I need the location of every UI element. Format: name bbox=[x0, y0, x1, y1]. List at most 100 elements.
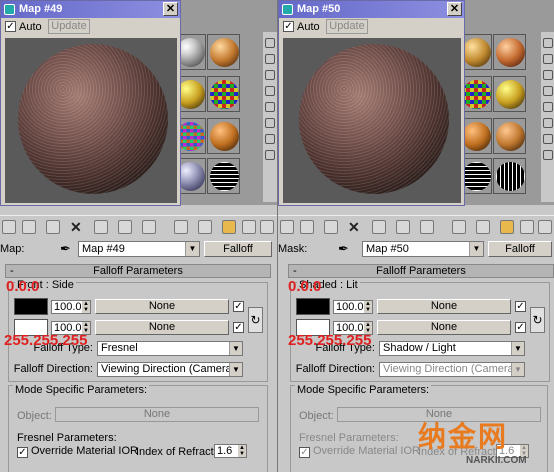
video-check-icon[interactable] bbox=[543, 102, 553, 112]
eyedropper-icon[interactable]: ✒ bbox=[60, 241, 71, 257]
eyedropper-icon[interactable]: ✒ bbox=[338, 241, 349, 257]
color-swatch-black[interactable] bbox=[296, 298, 330, 315]
select-by-material-icon[interactable] bbox=[265, 150, 275, 160]
map-slot-button-1[interactable]: None bbox=[95, 299, 229, 314]
falloff-type-select[interactable]: Fresnel ▼ bbox=[97, 341, 243, 356]
amount-spinner-1[interactable]: 100.0 ▲ ▼ bbox=[333, 300, 373, 314]
select-by-material-icon[interactable] bbox=[543, 150, 553, 160]
backlight-icon[interactable] bbox=[265, 54, 275, 64]
link-icon[interactable] bbox=[372, 220, 386, 234]
map-type-button[interactable]: Falloff bbox=[204, 241, 272, 257]
get-material-icon[interactable] bbox=[2, 220, 16, 234]
material-toolbar: ✕ bbox=[0, 215, 277, 239]
show-map-icon[interactable] bbox=[174, 220, 188, 234]
sample-slot[interactable] bbox=[207, 76, 240, 112]
copy-icon[interactable] bbox=[118, 220, 132, 234]
material-id-icon[interactable] bbox=[420, 220, 434, 234]
show-map-icon[interactable] bbox=[452, 220, 466, 234]
update-button[interactable]: Update bbox=[326, 19, 368, 34]
spinner-arrows-icon[interactable]: ▲ ▼ bbox=[82, 301, 90, 313]
swap-colors-icon[interactable]: ↻ bbox=[248, 307, 263, 333]
sample-slot[interactable] bbox=[207, 34, 240, 70]
chevron-down-icon[interactable]: ▼ bbox=[185, 242, 199, 256]
chevron-down-icon[interactable]: ▼ bbox=[469, 242, 483, 256]
map-name-select[interactable]: Map #49 ▼ bbox=[78, 241, 200, 257]
rollout-collapse-icon[interactable]: - bbox=[10, 265, 14, 277]
show-end-result-active-icon[interactable] bbox=[222, 220, 236, 234]
rollout-header[interactable]: - Falloff Parameters bbox=[5, 264, 271, 278]
falloff-direction-select[interactable]: Viewing Direction (Camera Z-Axis)▼ bbox=[379, 362, 525, 377]
options-icon[interactable] bbox=[543, 134, 553, 144]
map-toggle-checkbox-2[interactable]: ✓ bbox=[515, 322, 526, 333]
preview-canvas bbox=[5, 38, 177, 203]
override-ior-checkbox[interactable]: ✓ bbox=[299, 447, 310, 458]
map-slot-button-2[interactable]: None bbox=[95, 320, 229, 335]
close-button[interactable]: ✕ bbox=[447, 2, 462, 16]
mode-specific-title: Mode Specific Parameters: bbox=[13, 384, 150, 396]
chevron-down-icon[interactable]: ▼ bbox=[511, 342, 524, 355]
put-to-scene-icon[interactable] bbox=[22, 220, 36, 234]
show-end-result-active-icon[interactable] bbox=[500, 220, 514, 234]
uv-tiling-icon[interactable] bbox=[265, 86, 275, 96]
put-to-scene-icon[interactable] bbox=[300, 220, 314, 234]
sample-slot[interactable] bbox=[207, 158, 240, 194]
assign-material-icon[interactable] bbox=[46, 220, 60, 234]
make-preview-icon[interactable] bbox=[543, 118, 553, 128]
rollout-collapse-icon[interactable]: - bbox=[293, 265, 297, 277]
close-button[interactable]: ✕ bbox=[163, 2, 178, 16]
map-slot-button-2[interactable]: None bbox=[377, 320, 511, 335]
background-icon[interactable] bbox=[543, 70, 553, 80]
update-button[interactable]: Update bbox=[48, 19, 90, 34]
make-preview-icon[interactable] bbox=[265, 118, 275, 128]
chevron-down-icon[interactable]: ▼ bbox=[229, 342, 242, 355]
sample-type-icon[interactable] bbox=[543, 38, 553, 48]
sample-slot[interactable] bbox=[493, 34, 526, 70]
go-to-parent-icon[interactable] bbox=[242, 220, 256, 234]
auto-checkbox[interactable]: ✓ bbox=[283, 21, 294, 32]
falloff-type-select[interactable]: Shadow / Light ▼ bbox=[379, 341, 525, 356]
material-id-icon[interactable] bbox=[142, 220, 156, 234]
override-ior-checkbox[interactable]: ✓ bbox=[17, 447, 28, 458]
go-forward-icon[interactable] bbox=[538, 220, 552, 234]
sample-slot[interactable] bbox=[207, 118, 240, 154]
rollout-header[interactable]: - Falloff Parameters bbox=[288, 264, 554, 278]
window-titlebar[interactable]: Map #50 ✕ bbox=[279, 1, 464, 18]
sample-slot[interactable] bbox=[493, 158, 526, 194]
map-name-select[interactable]: Map #50 ▼ bbox=[362, 241, 484, 257]
sample-slot[interactable] bbox=[493, 118, 526, 154]
map-slot-button-1[interactable]: None bbox=[377, 299, 511, 314]
map-toggle-checkbox-1[interactable]: ✓ bbox=[515, 301, 526, 312]
chevron-down-icon[interactable]: ▼ bbox=[229, 363, 242, 376]
map-toggle-checkbox-1[interactable]: ✓ bbox=[233, 301, 244, 312]
object-pick-button[interactable]: None bbox=[55, 407, 259, 422]
swap-colors-icon[interactable]: ↻ bbox=[530, 307, 545, 333]
background-icon[interactable] bbox=[265, 70, 275, 80]
copy-icon[interactable] bbox=[396, 220, 410, 234]
sample-slot[interactable] bbox=[493, 76, 526, 112]
video-check-icon[interactable] bbox=[265, 102, 275, 112]
go-forward-icon[interactable] bbox=[260, 220, 274, 234]
backlight-icon[interactable] bbox=[543, 54, 553, 64]
assign-material-icon[interactable] bbox=[324, 220, 338, 234]
options-icon[interactable] bbox=[265, 134, 275, 144]
chevron-down-icon[interactable]: ▼ bbox=[511, 363, 524, 376]
show-end-result-icon[interactable] bbox=[198, 220, 212, 234]
ior-spinner[interactable]: 1.6 ▲ ▼ bbox=[214, 444, 247, 458]
color-swatch-black[interactable] bbox=[14, 298, 48, 315]
show-end-result-icon[interactable] bbox=[476, 220, 490, 234]
delete-icon[interactable]: ✕ bbox=[70, 220, 84, 234]
falloff-direction-select[interactable]: Viewing Direction (Camera Z-Axis)▼ bbox=[97, 362, 243, 377]
map-toggle-checkbox-2[interactable]: ✓ bbox=[233, 322, 244, 333]
spinner-arrows-icon[interactable]: ▲ ▼ bbox=[364, 301, 372, 313]
amount-spinner-1[interactable]: 100.0 ▲ ▼ bbox=[51, 300, 91, 314]
delete-icon[interactable]: ✕ bbox=[348, 220, 362, 234]
window-titlebar[interactable]: Map #49 ✕ bbox=[1, 1, 180, 18]
sample-type-icon[interactable] bbox=[265, 38, 275, 48]
spinner-arrows-icon[interactable]: ▲ ▼ bbox=[238, 445, 246, 457]
uv-tiling-icon[interactable] bbox=[543, 86, 553, 96]
map-type-button[interactable]: Falloff bbox=[488, 241, 552, 257]
go-to-parent-icon[interactable] bbox=[520, 220, 534, 234]
auto-checkbox[interactable]: ✓ bbox=[5, 21, 16, 32]
get-material-icon[interactable] bbox=[280, 220, 294, 234]
link-icon[interactable] bbox=[94, 220, 108, 234]
